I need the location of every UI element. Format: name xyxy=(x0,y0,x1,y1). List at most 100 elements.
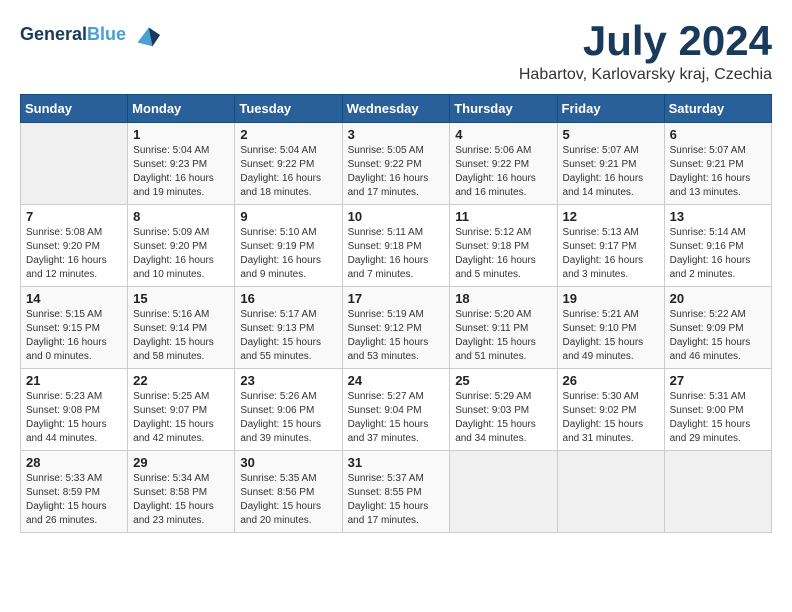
day-info: Sunrise: 5:12 AM Sunset: 9:18 PM Dayligh… xyxy=(455,226,551,282)
calendar-cell: 18 Sunrise: 5:20 AM Sunset: 9:11 PM Dayli… xyxy=(450,287,557,369)
day-number: 30 xyxy=(240,455,336,470)
day-info: Sunrise: 5:14 AM Sunset: 9:16 PM Dayligh… xyxy=(670,226,766,282)
day-info: Sunrise: 5:08 AM Sunset: 9:20 PM Dayligh… xyxy=(26,226,122,282)
day-info: Sunrise: 5:10 AM Sunset: 9:19 PM Dayligh… xyxy=(240,226,336,282)
day-info: Sunrise: 5:13 AM Sunset: 9:17 PM Dayligh… xyxy=(563,226,659,282)
calendar-cell: 22 Sunrise: 5:25 AM Sunset: 9:07 PM Dayli… xyxy=(128,369,235,451)
calendar-cell: 8 Sunrise: 5:09 AM Sunset: 9:20 PM Daylig… xyxy=(128,205,235,287)
calendar-cell: 15Sunrise: 5:16 AM Sunset: 9:14 PM Dayli… xyxy=(128,287,235,369)
day-number: 19 xyxy=(563,291,659,306)
day-number: 25 xyxy=(455,373,551,388)
calendar-week-row: 14Sunrise: 5:15 AM Sunset: 9:15 PM Dayli… xyxy=(21,287,772,369)
calendar-cell: 24Sunrise: 5:27 AM Sunset: 9:04 PM Dayli… xyxy=(342,369,450,451)
day-number: 21 xyxy=(26,373,122,388)
calendar-cell xyxy=(664,451,771,533)
calendar-cell: 19 Sunrise: 5:21 AM Sunset: 9:10 PM Dayli… xyxy=(557,287,664,369)
calendar-cell: 17 Sunrise: 5:19 AM Sunset: 9:12 PM Dayli… xyxy=(342,287,450,369)
calendar-cell: 5Sunrise: 5:07 AM Sunset: 9:21 PM Daylig… xyxy=(557,123,664,205)
calendar-week-row: 1 Sunrise: 5:04 AM Sunset: 9:23 PM Daylig… xyxy=(21,123,772,205)
day-info: Sunrise: 5:34 AM Sunset: 8:58 PM Dayligh… xyxy=(133,472,229,528)
day-info: Sunrise: 5:37 AM Sunset: 8:55 PM Dayligh… xyxy=(348,472,445,528)
weekday-header-cell: Thursday xyxy=(450,95,557,123)
day-number: 22 xyxy=(133,373,229,388)
title-block: July 2024 Habartov, Karlovarsky kraj, Cz… xyxy=(519,20,772,84)
calendar-cell: 21 Sunrise: 5:23 AM Sunset: 9:08 PM Dayli… xyxy=(21,369,128,451)
calendar-cell: 23 Sunrise: 5:26 AM Sunset: 9:06 PM Dayli… xyxy=(235,369,342,451)
day-number: 28 xyxy=(26,455,122,470)
day-number: 1 xyxy=(133,127,229,142)
day-info: Sunrise: 5:30 AM Sunset: 9:02 PM Dayligh… xyxy=(563,390,659,446)
calendar-cell xyxy=(450,451,557,533)
day-number: 2 xyxy=(240,127,336,142)
day-info: Sunrise: 5:35 AM Sunset: 8:56 PM Dayligh… xyxy=(240,472,336,528)
calendar-cell: 1 Sunrise: 5:04 AM Sunset: 9:23 PM Daylig… xyxy=(128,123,235,205)
logo: GeneralBlue xyxy=(20,20,160,50)
day-info: Sunrise: 5:04 AM Sunset: 9:22 PM Dayligh… xyxy=(240,144,336,200)
day-number: 7 xyxy=(26,209,122,224)
day-number: 18 xyxy=(455,291,551,306)
calendar-cell: 7 Sunrise: 5:08 AM Sunset: 9:20 PM Daylig… xyxy=(21,205,128,287)
page-header: GeneralBlue July 2024 Habartov, Karlovar… xyxy=(20,20,772,84)
day-info: Sunrise: 5:19 AM Sunset: 9:12 PM Dayligh… xyxy=(348,308,445,364)
weekday-header-cell: Monday xyxy=(128,95,235,123)
month-title: July 2024 xyxy=(519,20,772,62)
day-number: 24 xyxy=(348,373,445,388)
day-number: 26 xyxy=(563,373,659,388)
day-number: 13 xyxy=(670,209,766,224)
day-info: Sunrise: 5:07 AM Sunset: 9:21 PM Dayligh… xyxy=(670,144,766,200)
calendar-cell: 11 Sunrise: 5:12 AM Sunset: 9:18 PM Dayli… xyxy=(450,205,557,287)
calendar-cell: 20 Sunrise: 5:22 AM Sunset: 9:09 PM Dayli… xyxy=(664,287,771,369)
weekday-header-cell: Wednesday xyxy=(342,95,450,123)
day-number: 15 xyxy=(133,291,229,306)
day-number: 8 xyxy=(133,209,229,224)
logo-icon xyxy=(130,20,160,50)
day-info: Sunrise: 5:29 AM Sunset: 9:03 PM Dayligh… xyxy=(455,390,551,446)
calendar-cell: 3Sunrise: 5:05 AM Sunset: 9:22 PM Daylig… xyxy=(342,123,450,205)
day-info: Sunrise: 5:09 AM Sunset: 9:20 PM Dayligh… xyxy=(133,226,229,282)
calendar-cell: 13 Sunrise: 5:14 AM Sunset: 9:16 PM Dayli… xyxy=(664,205,771,287)
day-number: 6 xyxy=(670,127,766,142)
day-number: 16 xyxy=(240,291,336,306)
calendar-cell: 25 Sunrise: 5:29 AM Sunset: 9:03 PM Dayli… xyxy=(450,369,557,451)
day-number: 31 xyxy=(348,455,445,470)
day-number: 9 xyxy=(240,209,336,224)
calendar-body: 1 Sunrise: 5:04 AM Sunset: 9:23 PM Daylig… xyxy=(21,123,772,533)
day-number: 11 xyxy=(455,209,551,224)
day-info: Sunrise: 5:05 AM Sunset: 9:22 PM Dayligh… xyxy=(348,144,445,200)
day-info: Sunrise: 5:26 AM Sunset: 9:06 PM Dayligh… xyxy=(240,390,336,446)
day-info: Sunrise: 5:15 AM Sunset: 9:15 PM Dayligh… xyxy=(26,308,122,364)
calendar-cell: 2 Sunrise: 5:04 AM Sunset: 9:22 PM Daylig… xyxy=(235,123,342,205)
day-number: 29 xyxy=(133,455,229,470)
day-number: 27 xyxy=(670,373,766,388)
day-number: 20 xyxy=(670,291,766,306)
day-info: Sunrise: 5:22 AM Sunset: 9:09 PM Dayligh… xyxy=(670,308,766,364)
day-info: Sunrise: 5:25 AM Sunset: 9:07 PM Dayligh… xyxy=(133,390,229,446)
day-info: Sunrise: 5:21 AM Sunset: 9:10 PM Dayligh… xyxy=(563,308,659,364)
calendar-week-row: 28Sunrise: 5:33 AM Sunset: 8:59 PM Dayli… xyxy=(21,451,772,533)
calendar-cell: 27Sunrise: 5:31 AM Sunset: 9:00 PM Dayli… xyxy=(664,369,771,451)
calendar-cell: 28Sunrise: 5:33 AM Sunset: 8:59 PM Dayli… xyxy=(21,451,128,533)
calendar-cell: 4Sunrise: 5:06 AM Sunset: 9:22 PM Daylig… xyxy=(450,123,557,205)
calendar-week-row: 21 Sunrise: 5:23 AM Sunset: 9:08 PM Dayli… xyxy=(21,369,772,451)
calendar-cell: 31 Sunrise: 5:37 AM Sunset: 8:55 PM Dayli… xyxy=(342,451,450,533)
calendar-cell xyxy=(557,451,664,533)
day-number: 23 xyxy=(240,373,336,388)
calendar-cell: 30 Sunrise: 5:35 AM Sunset: 8:56 PM Dayli… xyxy=(235,451,342,533)
day-info: Sunrise: 5:20 AM Sunset: 9:11 PM Dayligh… xyxy=(455,308,551,364)
weekday-header-cell: Sunday xyxy=(21,95,128,123)
logo-text: GeneralBlue xyxy=(20,24,126,46)
day-info: Sunrise: 5:06 AM Sunset: 9:22 PM Dayligh… xyxy=(455,144,551,200)
day-number: 17 xyxy=(348,291,445,306)
day-info: Sunrise: 5:07 AM Sunset: 9:21 PM Dayligh… xyxy=(563,144,659,200)
calendar-cell: 16Sunrise: 5:17 AM Sunset: 9:13 PM Dayli… xyxy=(235,287,342,369)
calendar-cell: 29 Sunrise: 5:34 AM Sunset: 8:58 PM Dayli… xyxy=(128,451,235,533)
calendar-cell: 10Sunrise: 5:11 AM Sunset: 9:18 PM Dayli… xyxy=(342,205,450,287)
calendar-cell: 26 Sunrise: 5:30 AM Sunset: 9:02 PM Dayli… xyxy=(557,369,664,451)
weekday-header-cell: Saturday xyxy=(664,95,771,123)
day-info: Sunrise: 5:23 AM Sunset: 9:08 PM Dayligh… xyxy=(26,390,122,446)
calendar-cell: 12Sunrise: 5:13 AM Sunset: 9:17 PM Dayli… xyxy=(557,205,664,287)
calendar-cell: 9 Sunrise: 5:10 AM Sunset: 9:19 PM Daylig… xyxy=(235,205,342,287)
day-info: Sunrise: 5:04 AM Sunset: 9:23 PM Dayligh… xyxy=(133,144,229,200)
calendar-cell xyxy=(21,123,128,205)
day-info: Sunrise: 5:11 AM Sunset: 9:18 PM Dayligh… xyxy=(348,226,445,282)
